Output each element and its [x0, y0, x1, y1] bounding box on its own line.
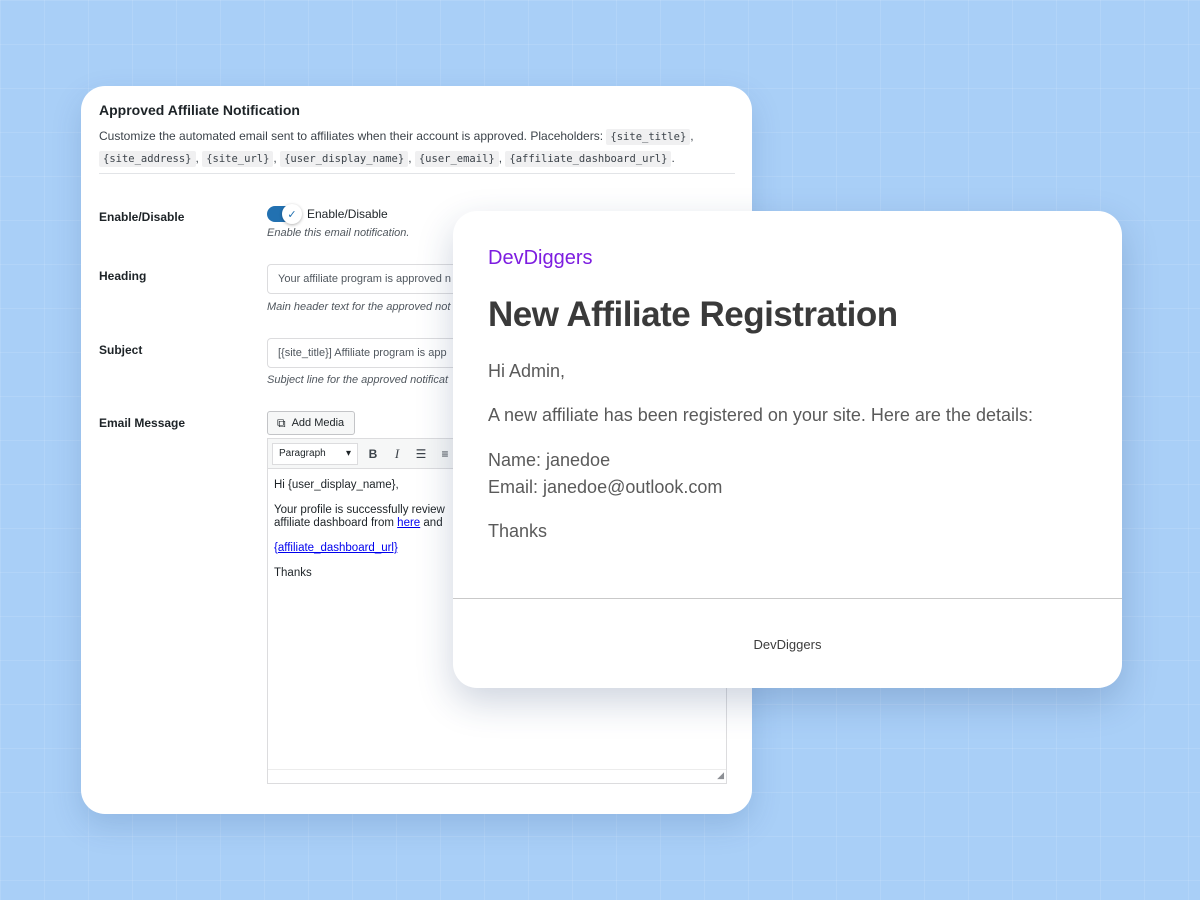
- placeholder-user-display-name: {user_display_name}: [280, 151, 409, 167]
- settings-divider: [99, 173, 735, 174]
- format-select[interactable]: Paragraph ▾: [272, 442, 358, 465]
- numbered-list-icon[interactable]: ≡: [436, 443, 454, 465]
- email-heading: New Affiliate Registration: [488, 295, 898, 334]
- dashboard-url-link[interactable]: {affiliate_dashboard_url}: [274, 542, 398, 554]
- editor-statusbar: [268, 769, 726, 783]
- email-address: Email: janedoe@outlook.com: [488, 477, 723, 497]
- description-suffix: .: [671, 151, 675, 165]
- media-icon: ⧉: [277, 415, 286, 430]
- placeholder-site-url: {site_url}: [202, 151, 274, 167]
- subject-help: Subject line for the approved notificat: [267, 374, 449, 386]
- check-icon: ✓: [282, 204, 302, 224]
- email-brand: DevDiggers: [488, 247, 593, 269]
- enable-toggle[interactable]: ✓: [267, 204, 302, 224]
- enable-toggle-label[interactable]: Enable/Disable: [307, 207, 388, 221]
- add-media-label: Add Media: [291, 417, 345, 429]
- editor-line-2-suffix: and: [420, 517, 443, 529]
- format-select-value: Paragraph: [279, 448, 326, 459]
- email-greeting: Hi Admin,: [488, 361, 566, 381]
- placeholder-affiliate-dashboard-url: {affiliate_dashboard_url}: [505, 151, 672, 167]
- email-message-label: Email Message: [99, 416, 186, 430]
- here-link[interactable]: here: [397, 517, 420, 529]
- email-intro: A new affiliate has been registered on y…: [488, 405, 1033, 425]
- subject-label: Subject: [99, 343, 143, 357]
- enable-help: Enable this email notification.: [267, 227, 410, 239]
- placeholder-site-title: {site_title}: [606, 129, 691, 145]
- email-closing: Thanks: [488, 521, 548, 541]
- heading-help: Main header text for the approved not: [267, 301, 451, 313]
- caret-down-icon: ▾: [345, 448, 351, 459]
- resize-handle-icon[interactable]: ◢: [717, 770, 724, 781]
- bullet-list-icon[interactable]: ☰: [412, 443, 430, 465]
- add-media-button[interactable]: ⧉ Add Media: [267, 411, 355, 435]
- email-preview-card: DevDiggers New Affiliate Registration Hi…: [453, 211, 1122, 688]
- description-text: Customize the automated email sent to af…: [99, 129, 604, 143]
- heading-label: Heading: [99, 269, 147, 283]
- settings-title: Approved Affiliate Notification: [99, 102, 300, 118]
- placeholder-site-address: {site_address}: [99, 151, 196, 167]
- bold-icon[interactable]: B: [364, 443, 382, 465]
- italic-icon[interactable]: I: [388, 443, 406, 465]
- enable-label: Enable/Disable: [99, 210, 185, 224]
- email-footer: DevDiggers: [753, 637, 822, 652]
- email-divider: [453, 598, 1122, 599]
- editor-line-2-text: affiliate dashboard from: [274, 517, 398, 529]
- placeholder-user-email: {user_email}: [414, 151, 499, 167]
- email-name: Name: janedoe: [488, 450, 611, 470]
- settings-description: Customize the automated email sent to af…: [99, 129, 694, 167]
